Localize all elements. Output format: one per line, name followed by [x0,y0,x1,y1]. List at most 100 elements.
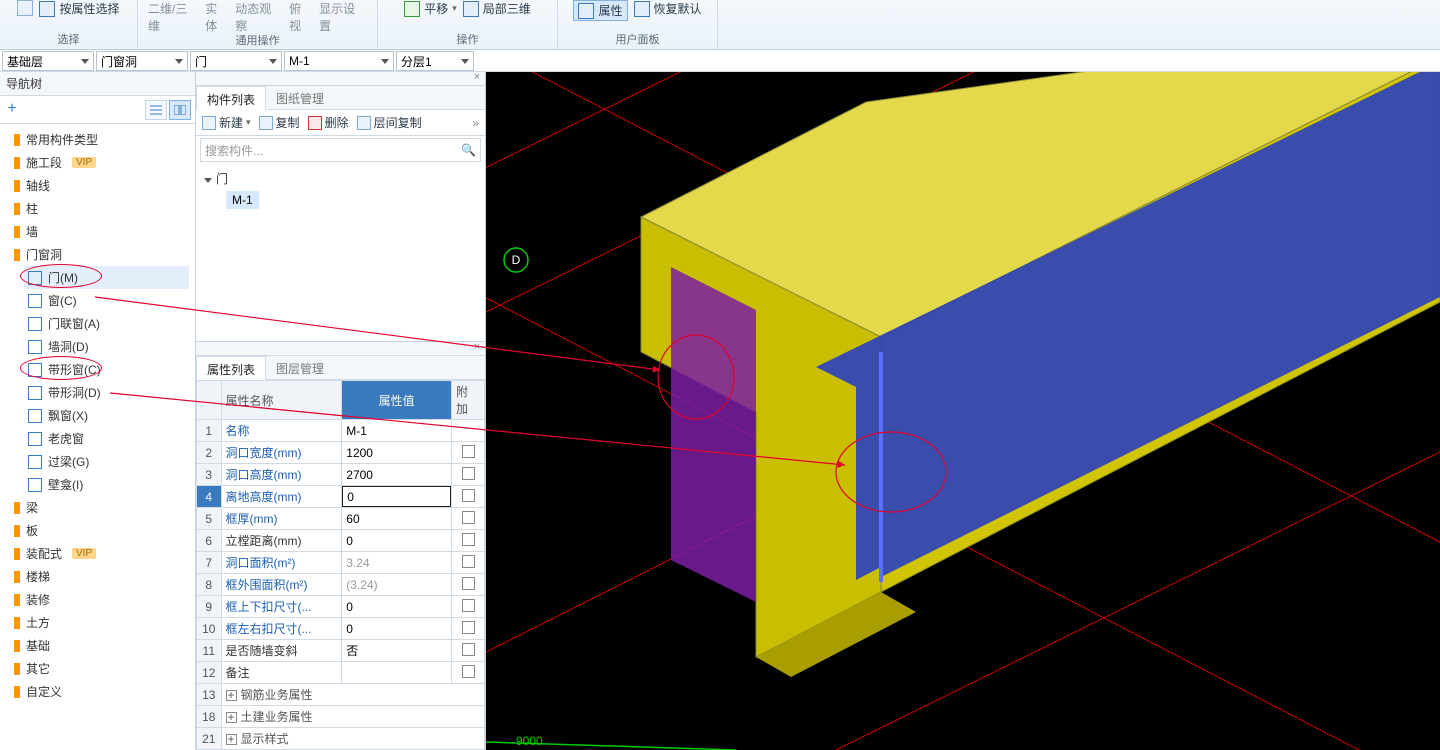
property-extra-checkbox[interactable] [452,464,485,486]
tree-item-common[interactable]: 常用构件类型 [6,128,189,151]
property-value[interactable]: (3.24) [342,574,452,596]
property-extra-checkbox[interactable] [452,552,485,574]
property-row[interactable]: 8框外围面积(m²)(3.24) [197,574,485,596]
tree-item-foundation[interactable]: 基础 [6,634,189,657]
tree-item-door-window[interactable]: 门窗洞 [6,243,189,266]
property-value[interactable]: 0 [342,618,452,640]
view-mode-list[interactable] [145,100,167,120]
tab-component-list[interactable]: 构件列表 [196,86,266,110]
property-group-label[interactable]: +土建业务属性 [221,706,484,728]
door-child-item[interactable]: 墙洞(D) [24,335,189,358]
layer-copy-button[interactable]: 层间复制 [357,114,422,131]
property-value[interactable]: 2700 [342,464,452,486]
add-icon[interactable]: + [4,102,20,118]
door-child-item[interactable]: 老虎窗 [24,427,189,450]
tree-item-finish[interactable]: 装修 [6,588,189,611]
tab-drawing-mgmt[interactable]: 图纸管理 [266,86,334,109]
view-entity[interactable]: 实体 [205,0,229,34]
view-2d3d[interactable]: 二维/三维 [148,0,199,34]
pan-tool[interactable]: 平移▾ [404,0,457,17]
property-group-row[interactable]: 13+钢筋业务属性 [197,684,485,706]
close-icon[interactable]: × [471,72,483,84]
property-row[interactable]: 11是否随墙变斜否 [197,640,485,662]
tree-item-wall[interactable]: 墙 [6,220,189,243]
tree-item-custom[interactable]: 自定义 [6,680,189,703]
property-row[interactable]: 5框厚(mm)60 [197,508,485,530]
door-child-item[interactable]: 窗(C) [24,289,189,312]
property-value[interactable]: 3.24 [342,552,452,574]
property-value[interactable] [342,662,452,684]
door-child-item[interactable]: 过梁(G) [24,450,189,473]
dd-layer[interactable]: 分层1 [396,51,474,71]
property-row[interactable]: 3洞口高度(mm)2700 [197,464,485,486]
property-group-label[interactable]: +钢筋业务属性 [221,684,484,706]
dd-category[interactable]: 门窗洞 [96,51,188,71]
property-row[interactable]: 6立樘距离(mm)0 [197,530,485,552]
tab-property-list[interactable]: 属性列表 [196,356,266,380]
property-row[interactable]: 10框左右扣尺寸(...0 [197,618,485,640]
component-tree-root[interactable]: 门 [204,170,477,187]
door-child-item[interactable]: 带形窗(C) [24,358,189,381]
property-panel-toggle[interactable]: 属性 [573,0,627,21]
3d-viewport[interactable]: D 9000 [486,72,1440,750]
property-value[interactable]: 1200 [342,442,452,464]
dd-type[interactable]: 门 [190,51,282,71]
property-group-row[interactable]: 18+土建业务属性 [197,706,485,728]
view-orbit[interactable]: 动态观察 [235,0,283,34]
more-icon[interactable]: » [472,116,479,130]
search-input[interactable]: 搜索构件... 🔍 [200,138,481,162]
delete-button[interactable]: 删除 [308,114,349,131]
tab-layer-mgmt[interactable]: 图层管理 [266,356,334,379]
dd-floor[interactable]: 基础层 [2,51,94,71]
property-extra-checkbox[interactable] [452,596,485,618]
door-child-item[interactable]: 门(M) [24,266,189,289]
door-child-item[interactable]: 飘窗(X) [24,404,189,427]
property-row[interactable]: 12备注 [197,662,485,684]
restore-default[interactable]: 恢复默认 [634,0,702,17]
property-extra-checkbox[interactable] [452,486,485,508]
property-value[interactable]: 否 [342,640,452,662]
property-value[interactable]: M-1 [342,420,452,442]
property-value[interactable] [342,486,452,508]
property-extra-checkbox[interactable] [452,662,485,684]
view-mode-tree[interactable] [169,100,191,120]
tree-item-construction[interactable]: 施工段VIP [6,151,189,174]
tree-item-column[interactable]: 柱 [6,197,189,220]
property-value[interactable]: 60 [342,508,452,530]
property-value[interactable]: 0 [342,530,452,552]
close-icon[interactable]: × [471,342,483,354]
property-extra-checkbox[interactable] [452,640,485,662]
tree-item-beam[interactable]: 梁 [6,496,189,519]
door-child-item[interactable]: 门联窗(A) [24,312,189,335]
property-extra-checkbox[interactable] [452,530,485,552]
tree-item-slab[interactable]: 板 [6,519,189,542]
property-extra-checkbox[interactable] [452,442,485,464]
local-3d[interactable]: 局部三维 [463,0,531,17]
property-row[interactable]: 1名称M-1 [197,420,485,442]
property-extra-checkbox[interactable] [452,574,485,596]
component-tree-item[interactable]: M-1 [226,191,259,209]
select-by-property[interactable]: 按属性选择 [39,0,119,17]
tree-item-axis[interactable]: 轴线 [6,174,189,197]
view-top[interactable]: 俯视 [289,0,313,34]
property-row[interactable]: 4离地高度(mm) [197,486,485,508]
property-extra-checkbox[interactable] [452,508,485,530]
property-row[interactable]: 7洞口面积(m²)3.24 [197,552,485,574]
property-value-input[interactable] [342,486,451,507]
tree-item-prefab[interactable]: 装配式VIP [6,542,189,565]
property-value[interactable]: 0 [342,596,452,618]
select-tool[interactable] [17,0,33,16]
tree-item-earthwork[interactable]: 土方 [6,611,189,634]
view-display[interactable]: 显示设置 [319,0,367,34]
property-extra-checkbox[interactable] [452,618,485,640]
property-extra-checkbox[interactable] [452,420,485,442]
dd-component[interactable]: M-1 [284,51,394,71]
tree-item-stair[interactable]: 楼梯 [6,565,189,588]
door-child-item[interactable]: 带形洞(D) [24,381,189,404]
property-row[interactable]: 2洞口宽度(mm)1200 [197,442,485,464]
property-row[interactable]: 9框上下扣尺寸(...0 [197,596,485,618]
copy-button[interactable]: 复制 [259,114,300,131]
tree-item-other[interactable]: 其它 [6,657,189,680]
property-group-label[interactable]: +显示样式 [221,728,484,750]
property-group-row[interactable]: 21+显示样式 [197,728,485,750]
